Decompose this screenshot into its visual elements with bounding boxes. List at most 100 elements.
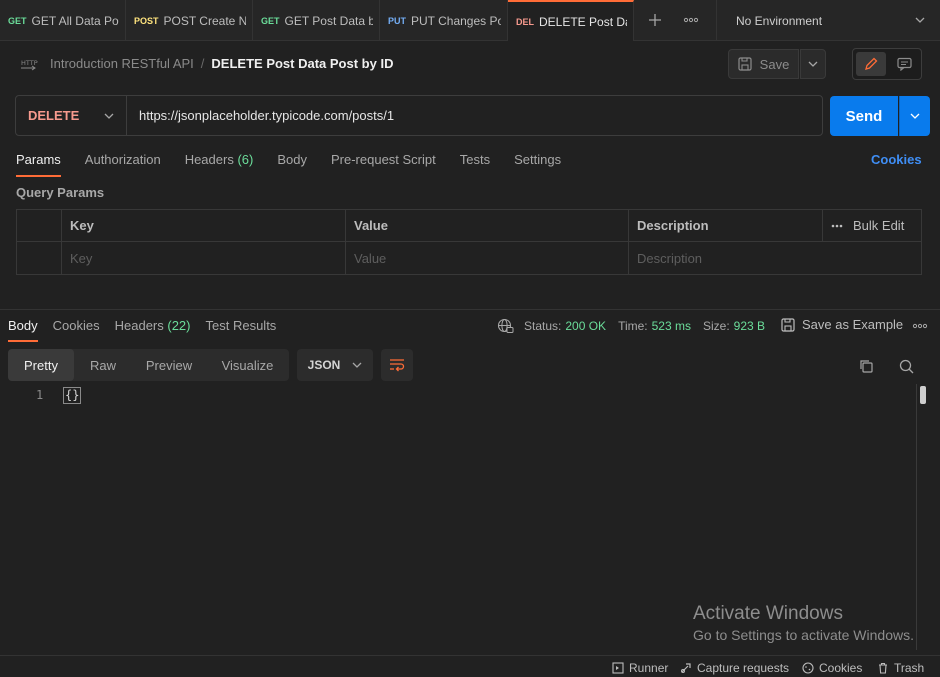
tab-title: POST Create N	[163, 13, 246, 28]
tab-headers-label: Headers	[184, 152, 234, 167]
save-label: Save	[759, 56, 790, 72]
request-tab[interactable]: PUT PUT Changes Po	[380, 0, 508, 41]
capture-requests-button[interactable]: Capture requests	[680, 661, 789, 675]
method-selector[interactable]: DELETE	[16, 96, 127, 135]
size-label: Size:	[702, 319, 730, 333]
comments-button[interactable]	[889, 52, 919, 76]
view-preview[interactable]: Preview	[132, 349, 206, 381]
size-value[interactable]: 923 B	[734, 319, 765, 333]
edit-mode-button[interactable]	[856, 52, 886, 76]
trash-button[interactable]: Trash	[877, 661, 924, 675]
column-description: Description	[629, 210, 823, 241]
table-header-row: Key Value Description Bulk Edit	[17, 210, 921, 242]
search-button[interactable]	[896, 356, 916, 376]
cookies-link[interactable]: Cookies	[871, 152, 922, 167]
view-visualize[interactable]: Visualize	[206, 349, 289, 381]
url-input[interactable]: https://jsonplaceholder.typicode.com/pos…	[127, 108, 394, 123]
response-tab-cookies[interactable]: Cookies	[53, 318, 100, 342]
capture-icon	[681, 663, 691, 673]
view-raw[interactable]: Raw	[74, 349, 132, 381]
runner-button[interactable]: Runner	[612, 661, 668, 675]
request-tab[interactable]: GET GET All Data Pos	[0, 0, 126, 41]
save-icon	[738, 57, 752, 71]
mode-toggle	[852, 48, 922, 80]
bulk-edit-button[interactable]: Bulk Edit	[831, 218, 904, 233]
runner-icon	[612, 662, 624, 674]
save-as-example-button[interactable]: Save as Example	[781, 317, 903, 332]
send-options-button[interactable]	[899, 96, 930, 136]
view-pretty[interactable]: Pretty	[8, 349, 74, 381]
capture-requests-label: Capture requests	[697, 661, 790, 675]
tab-method: GET	[261, 15, 280, 26]
send-button[interactable]: Send	[830, 96, 898, 136]
status-label: Status:	[524, 319, 562, 333]
copy-button[interactable]	[856, 356, 876, 376]
table-actions: Bulk Edit	[823, 210, 921, 241]
breadcrumb-request-name[interactable]: DELETE Post Data Post by ID	[211, 56, 393, 71]
response-body[interactable]: {}	[63, 387, 82, 404]
more-icon	[831, 224, 843, 227]
status-value[interactable]: 200 OK	[565, 319, 606, 333]
save-button[interactable]: Save	[728, 49, 799, 79]
breadcrumb: Introduction RESTful API / DELETE Post D…	[50, 56, 393, 71]
tab-title: GET All Data Pos	[31, 13, 119, 28]
request-tabs: Params Authorization Headers (6) Body Pr…	[16, 152, 585, 177]
tab-body[interactable]: Body	[277, 152, 307, 177]
request-tab[interactable]: GET GET Post Data b	[253, 0, 380, 41]
footer-cookies-button[interactable]: Cookies	[802, 661, 862, 675]
tab-method: PUT	[388, 15, 406, 26]
tab-headers[interactable]: Headers (6)	[185, 152, 254, 177]
table-row: Key Value Description	[17, 242, 921, 274]
save-options-button[interactable]	[800, 49, 826, 79]
response-tabs: Body Cookies Headers (22) Test Results	[8, 318, 291, 342]
time-value[interactable]: 523 ms	[652, 319, 691, 333]
query-params-table: Key Value Description Bulk Edit Key Valu…	[16, 209, 922, 275]
environment-selector[interactable]: No Environment	[717, 0, 940, 41]
response-options-button[interactable]	[910, 318, 930, 334]
response-tab-test-results[interactable]: Test Results	[206, 318, 277, 342]
wrap-icon	[390, 359, 405, 372]
tab-authorization[interactable]: Authorization	[85, 152, 161, 177]
watermark-title: Activate Windows	[693, 603, 843, 624]
chevron-down-icon	[352, 362, 362, 368]
editor-scroll-track	[916, 384, 917, 650]
tab-title: GET Post Data b	[284, 13, 373, 28]
response-headers-label: Headers	[114, 318, 164, 333]
tab-title: DELETE Post Dat	[539, 14, 627, 29]
globe-icon	[497, 318, 514, 333]
format-selector[interactable]: JSON	[297, 349, 373, 381]
response-tab-headers[interactable]: Headers (22)	[115, 318, 191, 342]
watermark-subtitle: Go to Settings to activate Windows.	[693, 627, 914, 643]
tab-settings[interactable]: Settings	[514, 152, 561, 177]
cookie-icon	[802, 662, 814, 674]
runner-label: Runner	[629, 661, 669, 675]
wrap-lines-button[interactable]	[381, 349, 413, 381]
tab-tests[interactable]: Tests	[460, 152, 490, 177]
key-input[interactable]: Key	[62, 242, 346, 274]
footer-cookies-label: Cookies	[819, 661, 863, 675]
trash-label: Trash	[894, 661, 925, 675]
description-input[interactable]: Description	[629, 242, 921, 274]
tab-pre-request-script[interactable]: Pre-request Script	[331, 152, 436, 177]
http-icon: HTTP	[20, 56, 38, 75]
row-checkbox-cell	[17, 242, 62, 274]
headers-count: (6)	[237, 152, 254, 167]
pane-divider[interactable]	[0, 309, 940, 310]
tab-params[interactable]: Params	[16, 152, 61, 177]
request-tab-active[interactable]: DEL DELETE Post Dat	[508, 0, 634, 41]
response-tab-body[interactable]: Body	[8, 318, 38, 342]
chevron-down-icon	[808, 61, 818, 67]
chevron-down-icon	[910, 113, 920, 119]
tab-options-button[interactable]	[678, 8, 704, 32]
editor-scrollbar[interactable]	[920, 386, 926, 404]
view-mode-selector: Pretty Raw Preview Visualize	[8, 349, 289, 381]
chevron-down-icon	[104, 113, 114, 119]
line-number: 1	[36, 388, 44, 402]
breadcrumb-collection[interactable]: Introduction RESTful API	[50, 56, 194, 71]
value-input[interactable]: Value	[346, 242, 629, 274]
new-tab-button[interactable]	[642, 8, 668, 32]
save-as-example-label: Save as Example	[802, 317, 904, 332]
request-tab[interactable]: POST POST Create N	[126, 0, 253, 41]
status-bar: Runner Capture requests Cookies Trash	[0, 655, 940, 677]
response-status-bar: Status: 200 OK Time: 523 ms Size: 923 B	[497, 318, 765, 334]
